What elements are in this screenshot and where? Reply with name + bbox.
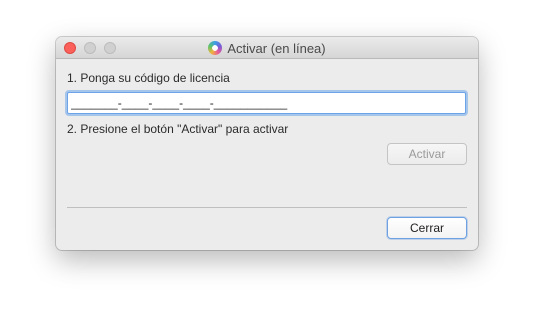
window-title-group: Activar (en línea) [56,37,478,59]
app-logo-icon [208,41,223,55]
step1-label: 1. Ponga su código de licencia [67,71,230,85]
license-code-input[interactable] [67,92,466,114]
divider [67,207,467,208]
activate-button[interactable]: Activar [387,143,467,165]
window-title: Activar (en línea) [227,40,326,56]
dialog-content: 1. Ponga su código de licencia 2. Presio… [56,59,478,250]
close-button[interactable]: Cerrar [387,217,467,239]
title-bar[interactable]: Activar (en línea) [56,37,478,59]
step2-label: 2. Presione el botón "Activar" para acti… [67,122,289,136]
activation-window: Activar (en línea) 1. Ponga su código de… [56,37,478,250]
